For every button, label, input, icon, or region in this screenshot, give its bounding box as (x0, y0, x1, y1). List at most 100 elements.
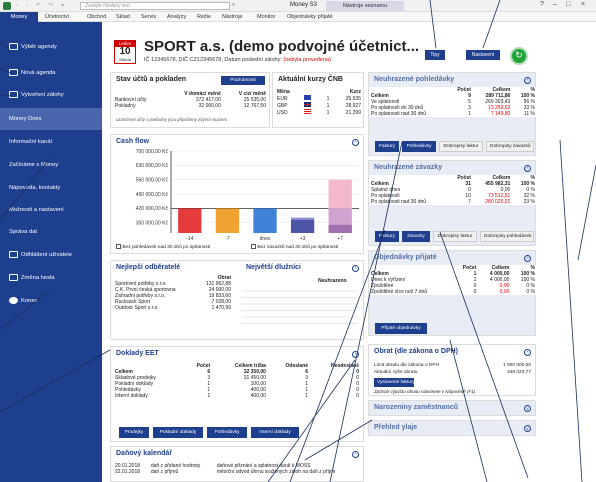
calendar-table: 20.01.2018 daň z přidané hodnoty daňové př… (113, 463, 363, 476)
sidebar-item-moznosti[interactable]: Možnosti a nastavení (0, 199, 102, 221)
sidebar-item-napoveda[interactable]: Nápověda, kontakty (0, 177, 102, 199)
receivables-pohledavky-button[interactable]: Pohledávky (402, 141, 436, 152)
tips-button[interactable]: Tipy (425, 50, 445, 60)
turnover-current-label: Aktuální výše obratu (374, 370, 418, 375)
birthdays-title: Narozeniny zaměstnanců (374, 404, 459, 411)
birthdays-panel[interactable]: Narozeniny zaměstnanců v (368, 400, 536, 416)
checkbox-icon[interactable] (251, 244, 256, 249)
quick-access-icons[interactable]: ▫ ▫ ↶ ↷ ▾ (16, 2, 71, 10)
leave-title: Přehled ylaje (374, 424, 418, 431)
maximize-button[interactable]: □ (566, 1, 570, 8)
checkbox-icon[interactable] (116, 244, 121, 249)
row-value: 12 767,50 (243, 103, 266, 109)
accounts-note: uzamčené účty a pokladny jsou připočteny… (116, 117, 228, 122)
minimize-button[interactable]: – (553, 1, 557, 8)
payables-dobropisy-pohledavek-button[interactable]: Dobropisy pohledávek (480, 231, 534, 242)
search-input[interactable]: Zadejte hledaný text (80, 2, 230, 10)
details-button[interactable]: Podrobnosti (221, 76, 265, 85)
expand-icon[interactable]: v (524, 425, 531, 432)
expand-icon[interactable]: v (524, 405, 531, 412)
cashflow-bar (328, 224, 352, 233)
received-orders-button[interactable]: Přijaté objednávky (375, 323, 427, 334)
cal-date: 22.01.2018 (115, 469, 141, 476)
sidebar-item-label: Nová agenda (21, 70, 56, 76)
us-flag-icon (304, 109, 312, 114)
row-label: Interní doklady (115, 393, 148, 399)
table-row: Pokladny 32 000,00 12 767,50 (113, 103, 268, 109)
sidebar-item-nova-agenda[interactable]: Nová agenda (0, 62, 102, 84)
menu-servis[interactable]: Servis (136, 12, 161, 22)
menu-objednavky-prijate[interactable]: Objednávky přijaté (282, 12, 338, 22)
menu-money[interactable]: Money (0, 12, 38, 22)
help-icon[interactable]: ? (540, 1, 544, 8)
payables-faktury-button[interactable]: Faktury (375, 231, 399, 242)
sidebar-item-zaciname[interactable]: Začínáme s Money (0, 154, 102, 176)
eet-title: Doklady EET (116, 350, 159, 357)
check-receivables[interactable]: Bez pohledávek nad 30 dnů po splatnosti (116, 244, 210, 250)
menu-monitor[interactable]: Monitor (252, 12, 280, 22)
payables-zavazky-button[interactable]: Závazky (402, 231, 430, 242)
collapse-icon[interactable]: ^ (352, 265, 359, 272)
turnover-panel: Obrat (dle zákona o DPH) ^ Limit obratu … (368, 344, 536, 396)
menu-ucetnictvi[interactable]: Účetnictví (40, 12, 74, 22)
customer-value: 1 470,99 (211, 305, 231, 311)
search-icon[interactable]: ⌕ (232, 2, 235, 9)
row-value: 0 (356, 393, 359, 399)
collapse-icon[interactable]: ^ (352, 351, 359, 358)
menu-nastroje[interactable]: Nástroje (217, 12, 247, 22)
turnover-current-value: 348 023,77 (506, 370, 531, 375)
refresh-icon[interactable]: ↻ (510, 47, 528, 65)
collapse-icon[interactable]: ^ (524, 165, 531, 172)
table-row: EUR 1 25,535 (275, 95, 363, 102)
sidebar-item-vyber-agendy[interactable]: Výběr agendy (0, 36, 102, 58)
cashflow-chart: 700 000,00 Kč 630 000,00 Kč 560 000,00 Kč 4… (136, 149, 359, 242)
eet-prodejky-button[interactable]: Prodejky (119, 427, 149, 438)
sidebar-item-zmena-hesla[interactable]: Změna hesla (0, 267, 102, 289)
collapse-icon[interactable]: ^ (524, 77, 531, 84)
menu-obchod[interactable]: Obchod (82, 12, 111, 22)
receivables-dobropisy-faktur-button[interactable]: Dobropisy faktur (439, 141, 483, 152)
close-button[interactable]: × (581, 1, 585, 8)
eet-table: Počet Celkem tržba Odeslané Neodeslané Celk… (113, 363, 361, 399)
eet-interni-button[interactable]: Interní doklady (251, 427, 299, 438)
menu-rezie[interactable]: Režie (192, 12, 216, 22)
receivables-faktury-button[interactable]: Faktury (375, 141, 399, 152)
row-value: 1 (468, 111, 471, 117)
sidebar-item-konec[interactable]: Konec (0, 290, 102, 312)
table-row: Zpožděné více než 7 dnů 0 0,00 0 % (369, 289, 537, 295)
sidebar-item-odhlaseni[interactable]: Odhlášení uživatele (0, 244, 102, 266)
calendar-title: Daňový kalendář (116, 450, 173, 457)
row-label: Po splatnosti nad 30 dnů (371, 199, 427, 205)
date-weekday: Středa (119, 57, 131, 62)
sidebar-item-label: Konec (21, 298, 38, 304)
check-payables[interactable]: Bez závazků nad 30 dnů po splatnosti (251, 244, 338, 250)
rates-panel: Aktuální kurzy ČNB Měna Kurz EUR 1 25,535 G… (272, 72, 364, 128)
row-value: 0 (473, 289, 477, 295)
settings-button[interactable]: Nastavení (466, 50, 500, 60)
collapse-icon[interactable]: ^ (524, 255, 531, 262)
receivables-dobropisy-zavazku-button[interactable]: Dobropisy závazků (486, 141, 534, 152)
eet-pohledavky-button[interactable]: Pohledávky (207, 427, 247, 438)
sidebar-item-sprava-dat[interactable]: Správa dat (0, 221, 102, 243)
sidebar-item-money-dnes[interactable]: Money Dnes (0, 108, 102, 130)
sidebar-item-vytvoreni-zalohy[interactable]: Vytvoření zálohy (0, 84, 102, 106)
biggest-debtors-title: Největší dlužníci (246, 264, 301, 271)
cashflow-bar (328, 179, 352, 209)
leave-panel[interactable]: Přehled ylaje v (368, 420, 536, 436)
menu-sklad[interactable]: Sklad (111, 12, 135, 22)
collapse-icon[interactable]: ^ (352, 451, 359, 458)
row-label: Po splatnosti nad 30 dnů (371, 111, 427, 117)
row-value: 23 % (523, 199, 535, 205)
company-info-text: IČ 12345678, DIČ CZ12345678, Datum posle… (144, 57, 284, 63)
customers-panel: Nejlepší odběratelé Největší dlužníci ^ … (110, 260, 364, 340)
row-value: 7 149,80 (490, 111, 511, 117)
issued-invoices-button[interactable]: Vystavené faktury (374, 378, 415, 387)
sidebar-item-informacni-kanal[interactable]: Informační kanál (0, 131, 102, 153)
collapse-icon[interactable]: ^ (352, 139, 359, 146)
debtors-empty-list (241, 285, 357, 327)
menu-analyzy[interactable]: Analýzy (162, 12, 191, 22)
payables-dobropisy-faktur-button[interactable]: Dobropisy faktur (433, 231, 477, 242)
currency-code: GBP (277, 102, 288, 109)
eet-pokladni-button[interactable]: Pokladní doklady (153, 427, 203, 438)
collapse-icon[interactable]: ^ (524, 349, 531, 356)
